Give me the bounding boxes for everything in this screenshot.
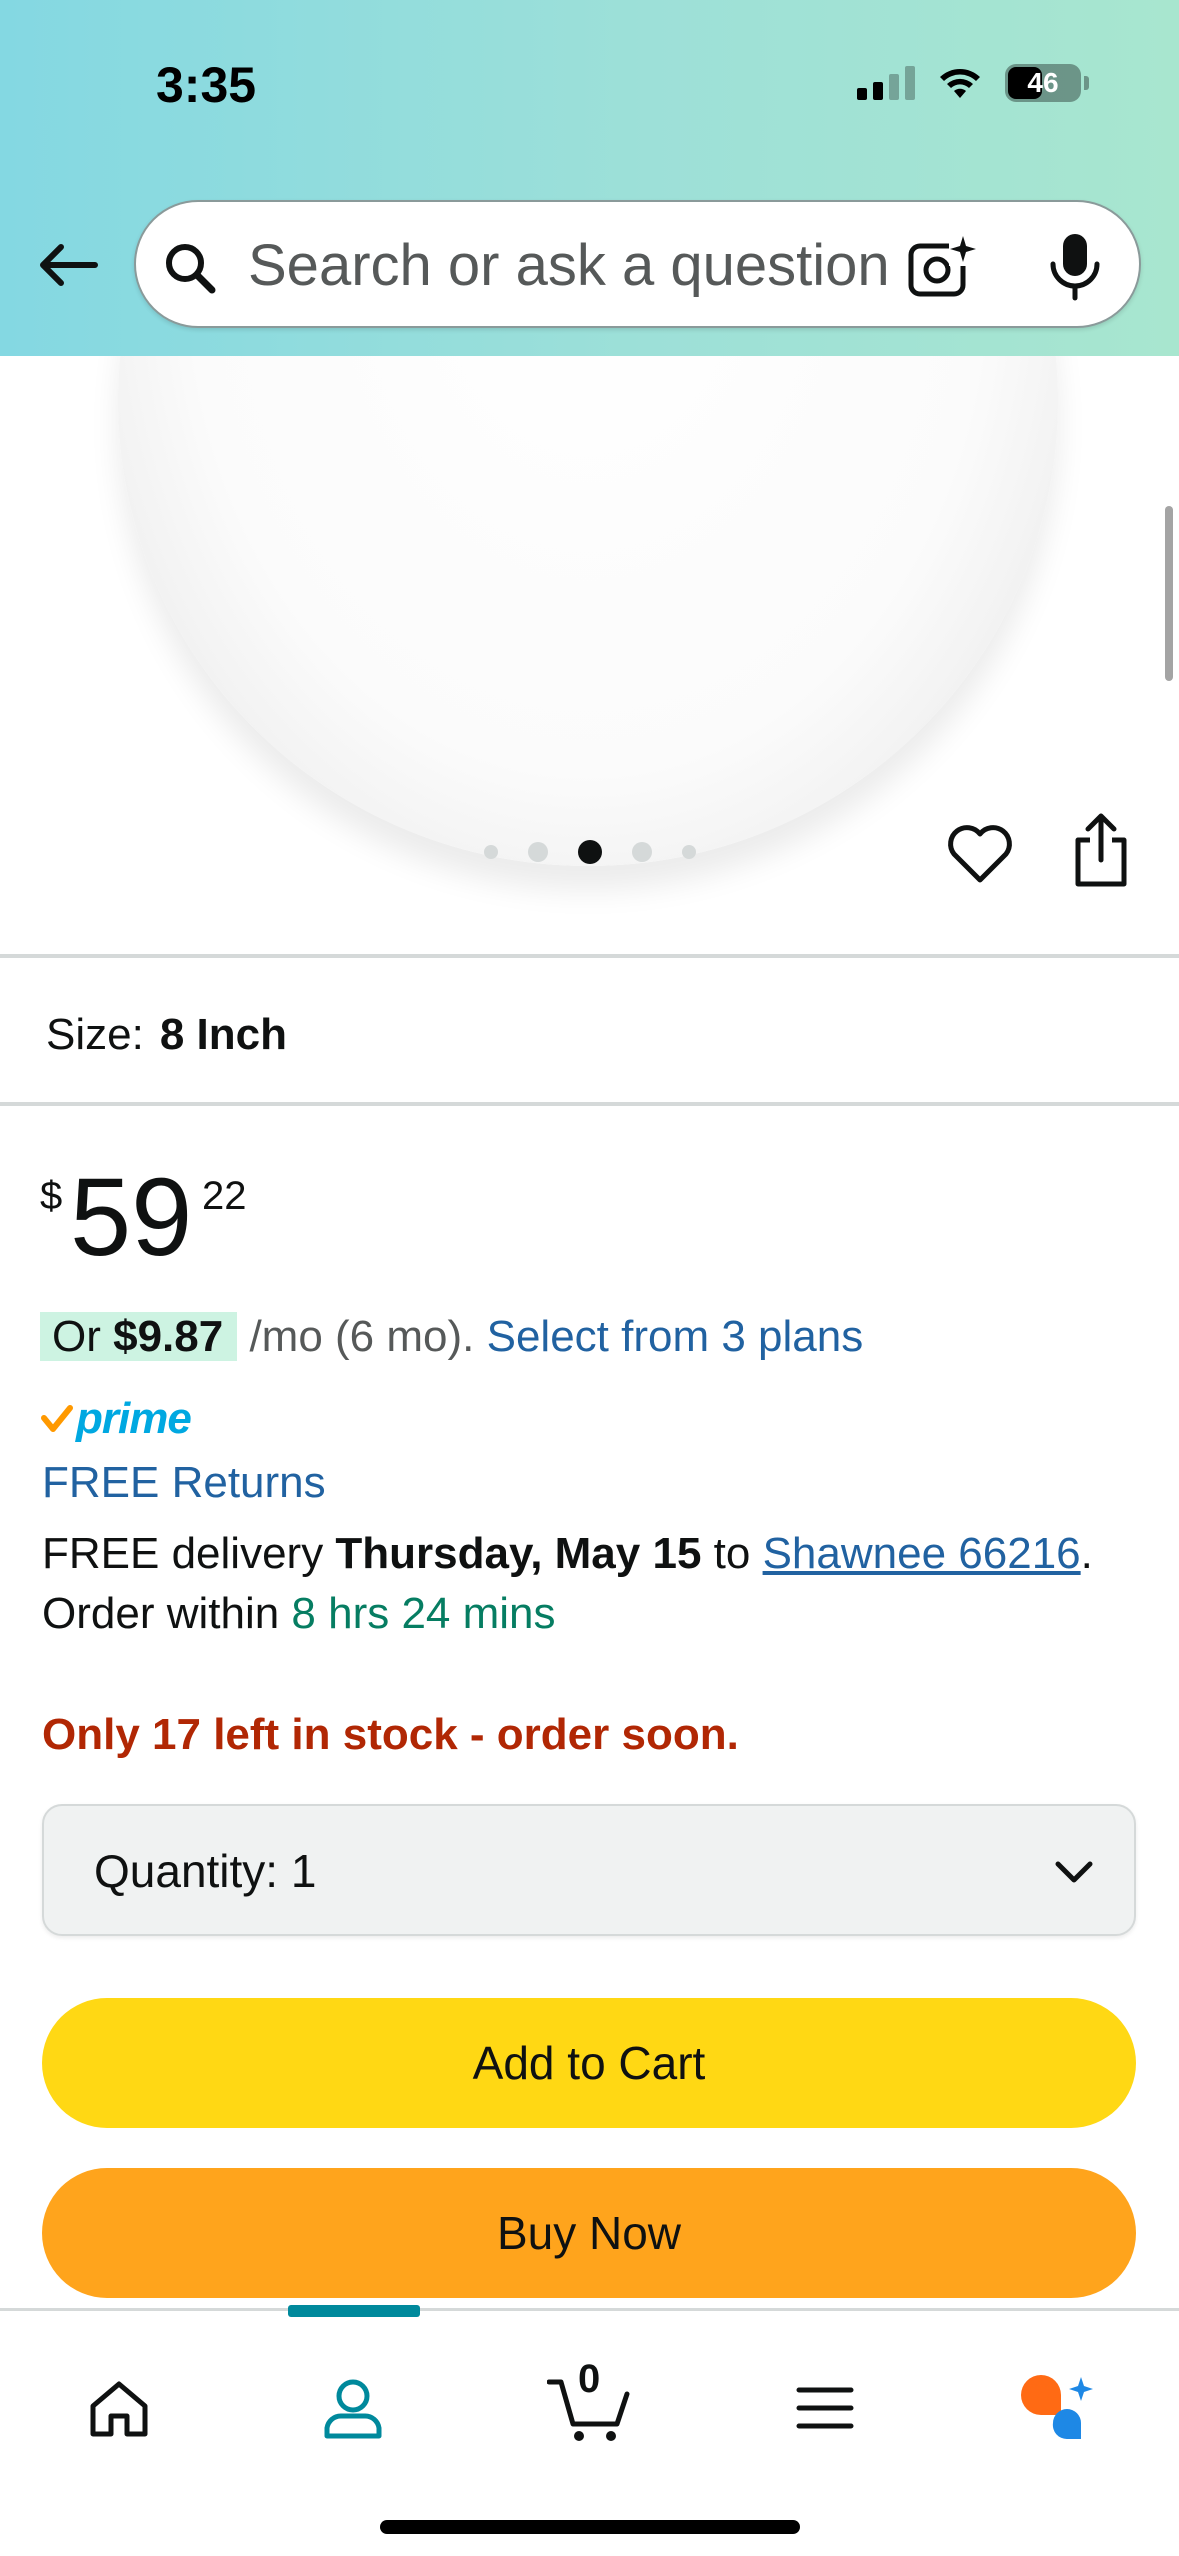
nav-home[interactable]: [64, 2353, 174, 2463]
active-tab-indicator: [288, 2305, 420, 2317]
quantity-value: 1: [290, 1845, 317, 1897]
quantity-dropdown[interactable]: Quantity: 1: [42, 1804, 1136, 1936]
nav-menu[interactable]: [770, 2353, 880, 2463]
account-icon: [324, 2379, 382, 2439]
top-header: 3:35 46 Search or ask a question: [0, 0, 1179, 356]
nav-cart[interactable]: 0: [534, 2353, 644, 2463]
installment-term: /mo (6 mo).: [237, 1312, 487, 1361]
share-icon[interactable]: [1072, 810, 1130, 890]
select-plans-link[interactable]: Select from 3 plans: [487, 1312, 864, 1361]
price-whole: 59: [70, 1156, 193, 1279]
search-icon: [166, 244, 216, 294]
gallery-dot[interactable]: [484, 845, 498, 859]
price-fraction: 22: [202, 1174, 247, 1218]
nav-account[interactable]: [298, 2353, 408, 2463]
bottom-navigation: 0: [0, 2305, 1179, 2556]
chevron-down-icon: [1055, 1861, 1093, 1883]
home-indicator[interactable]: [380, 2520, 800, 2534]
delivery-info: FREE delivery Thursday, May 15 to Shawne…: [42, 1529, 1093, 1638]
status-time: 3:35: [156, 57, 257, 113]
size-label: Size:: [46, 1010, 144, 1059]
prime-check-icon: [41, 1405, 73, 1432]
back-button[interactable]: [34, 232, 100, 298]
battery-icon: 46: [1005, 64, 1089, 102]
delivery-date: Thursday, May 15: [335, 1529, 702, 1578]
buy-now-button[interactable]: Buy Now: [42, 2168, 1136, 2298]
cart-count-badge: 0: [578, 2357, 601, 2401]
size-value: 8 Inch: [159, 1010, 287, 1059]
installment-amount: $9.87: [113, 1312, 224, 1361]
installment-highlight: Or $9.87: [40, 1312, 238, 1361]
free-returns-link[interactable]: FREE Returns: [42, 1458, 326, 1508]
search-bar[interactable]: Search or ask a question: [134, 200, 1141, 328]
gallery-dot-active[interactable]: [578, 840, 602, 864]
delivery-address-link[interactable]: Shawnee 66216: [763, 1529, 1081, 1578]
price-currency: $: [40, 1174, 63, 1218]
heart-icon[interactable]: [944, 818, 1016, 890]
prime-badge: prime: [40, 1394, 192, 1444]
search-input[interactable]: Search or ask a question: [248, 224, 948, 308]
prime-label: prime: [76, 1394, 192, 1443]
add-to-cart-button[interactable]: Add to Cart: [42, 1998, 1136, 2128]
camera-search-icon[interactable]: [905, 230, 979, 304]
product-image-gallery[interactable]: [0, 0, 1179, 956]
size-selector[interactable]: Size: 8 Inch: [46, 1010, 287, 1060]
cellular-signal-icon: [857, 66, 915, 100]
menu-icon: [796, 2387, 854, 2429]
nav-rufus-assistant[interactable]: [1002, 2353, 1112, 2463]
order-countdown: 8 hrs 24 mins: [291, 1589, 556, 1638]
back-arrow-icon: [40, 244, 98, 286]
divider: [0, 954, 1179, 958]
stock-warning: Only 17 left in stock - order soon.: [42, 1710, 739, 1759]
wifi-icon: [940, 69, 980, 98]
gallery-pagination-dots: [484, 840, 696, 864]
installment-offer: Or $9.87 /mo (6 mo). Select from 3 plans: [40, 1312, 863, 1362]
home-icon: [90, 2381, 148, 2437]
battery-level: 46: [1027, 67, 1059, 98]
quantity-label: Quantity: 1: [94, 1845, 317, 1897]
status-icons: 46: [857, 64, 1089, 102]
gallery-dot[interactable]: [632, 842, 652, 862]
divider: [0, 1102, 1179, 1106]
scrollbar[interactable]: [1165, 506, 1173, 681]
gallery-dot[interactable]: [528, 842, 548, 862]
microphone-icon[interactable]: [1041, 230, 1109, 304]
rufus-assistant-icon: [1021, 2375, 1093, 2440]
gallery-dot[interactable]: [682, 845, 696, 859]
